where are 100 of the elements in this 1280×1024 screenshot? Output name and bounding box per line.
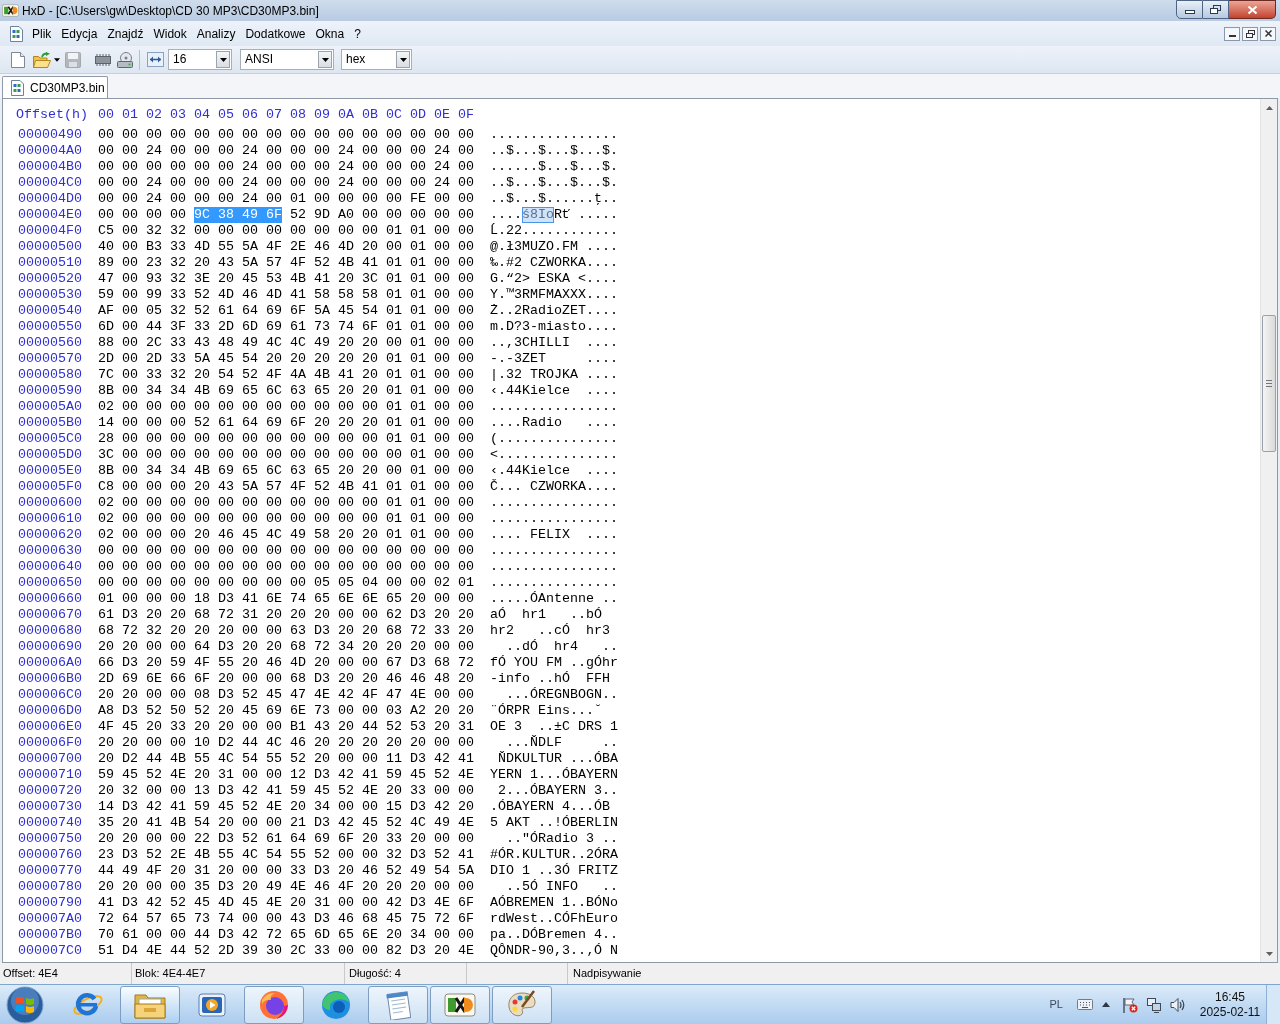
child-restore-button[interactable]	[1242, 26, 1258, 41]
offset-base-select[interactable]: hex	[341, 49, 412, 70]
row-offset: 00000570	[18, 351, 82, 367]
row-offset: 000006E0	[18, 719, 82, 735]
hex-bytes: 61 D3 20 20 68 72 31 20 20 20 00 00 62 D3 20 20	[98, 607, 474, 623]
close-button[interactable]	[1229, 0, 1276, 19]
restore-button[interactable]	[1203, 0, 1229, 19]
caret-up-icon	[1265, 105, 1273, 110]
ascii-text: DIO 1 ..3Ó FRITZ	[490, 863, 618, 879]
offset-header: Offset(h)	[16, 107, 88, 123]
ascii-text: ‹.44Kielce ....	[490, 383, 618, 399]
chevron-up-icon[interactable]	[1102, 1002, 1110, 1007]
column-header: 04	[194, 107, 210, 123]
flag-error-icon[interactable]	[1122, 996, 1138, 1013]
row-offset: 00000780	[18, 879, 82, 895]
ascii-text: rdWest..CÓFhEuro	[490, 911, 618, 927]
child-minimize-button[interactable]	[1224, 26, 1240, 41]
row-offset: 00000530	[18, 287, 82, 303]
ascii-text: m.D?3-miasto....	[490, 319, 618, 335]
taskbar-app-button[interactable]	[430, 985, 490, 1024]
bytes-per-row-select[interactable]: 16	[168, 49, 232, 70]
row-offset: 000005B0	[18, 415, 82, 431]
hex-bytes: 23 D3 52 2E 4B 55 4C 54 55 52 00 00 32 D3 52 41	[98, 847, 474, 863]
ascii-text: aÓ hr1 ..bÓ	[490, 607, 603, 623]
grip-icon	[1266, 380, 1272, 387]
caret-down-icon[interactable]	[54, 57, 60, 62]
row-offset: 00000640	[18, 559, 82, 575]
hex-bytes: 59 00 99 33 52 4D 46 4D 41 58 58 58 01 01 00 00	[98, 287, 474, 303]
row-offset: 000006D0	[18, 703, 82, 719]
selection-range-label: Blok: 4E4-4E7	[135, 966, 206, 982]
ascii-text: ................	[490, 495, 618, 511]
row-offset: 00000740	[18, 815, 82, 831]
row-offset: 000004B0	[18, 159, 82, 175]
blank-page-icon[interactable]	[11, 51, 25, 68]
hex-bytes: 7C 00 33 32 20 54 52 4F 4A 4B 41 20 01 01 00 00	[98, 367, 474, 383]
row-offset: 00000700	[18, 751, 82, 767]
hex-bytes: 20 20 00 00 08 D3 52 45 47 4E 42 4F 47 4E 00 00	[98, 687, 474, 703]
charset-select[interactable]: ANSI	[240, 49, 334, 70]
hex-bytes: 2D 69 6E 66 6F 20 00 00 68 D3 20 20 46 46 48 20	[98, 671, 474, 687]
menu-item[interactable]: Okna	[310, 24, 350, 43]
column-header: 05	[218, 107, 234, 123]
caret-down-icon	[1265, 951, 1273, 956]
ascii-text: hr2 ..cÓ hr3	[490, 623, 611, 639]
column-header: 02	[146, 107, 162, 123]
hex-bytes: 68 72 32 20 20 20 00 00 63 D3 20 20 68 72 33 20	[98, 623, 474, 639]
speaker-icon[interactable]	[1170, 996, 1186, 1013]
menu-item[interactable]: Znajdź	[102, 24, 149, 43]
row-offset: 00000690	[18, 639, 82, 655]
row-offset: 00000610	[18, 511, 82, 527]
hex-bytes: 20 32 00 00 13 D3 42 41 59 45 52 4E 20 33 00 00	[98, 783, 474, 799]
disk-drive-icon[interactable]	[117, 51, 133, 68]
hex-bytes: 6D 00 44 3F 33 2D 6D 69 61 73 74 6F 01 01 00 00	[98, 319, 474, 335]
menu-item[interactable]: Widok	[148, 24, 192, 43]
column-header: 0A	[338, 107, 354, 123]
row-offset: 00000580	[18, 367, 82, 383]
file-tab[interactable]: CD30MP3.bin	[2, 76, 108, 98]
ascii-text: ......$...$...$.	[490, 159, 618, 175]
menu-item[interactable]: Plik	[27, 24, 57, 43]
ascii-text: <...............	[490, 447, 618, 463]
ascii-text: AÓBREMEN 1..BÓNo	[490, 895, 618, 911]
minimize-button[interactable]	[1176, 0, 1203, 19]
scroll-thumb[interactable]	[1262, 315, 1276, 452]
memory-chip-icon[interactable]	[94, 52, 112, 67]
language-indicator[interactable]: PL	[1049, 996, 1063, 1013]
row-offset: 00000510	[18, 255, 82, 271]
scrollbar-track[interactable]	[1260, 99, 1277, 962]
ascii-text: @.ł3MUZO.FM ....	[490, 239, 618, 255]
hex-bytes: 00 00 24 00 00 00 24 00 01 00 00 00 00 FE 00 00	[98, 191, 474, 207]
ascii-text: OE 3 ..±C DRS 1	[490, 719, 618, 735]
hex-bytes: 88 00 2C 33 43 48 49 4C 4C 49 20 20 00 01 00 00	[98, 335, 474, 351]
hex-bytes: 9C 38 49 6F	[194, 207, 282, 223]
network-icon[interactable]	[1146, 996, 1162, 1013]
column-header: 08	[290, 107, 306, 123]
row-offset: 00000620	[18, 527, 82, 543]
ascii-text: -.-3ZET ....	[490, 351, 618, 367]
caret-down-icon	[399, 57, 407, 62]
row-offset: 00000710	[18, 767, 82, 783]
menu-item[interactable]: Edycja	[56, 24, 103, 43]
row-offset: 000006F0	[18, 735, 82, 751]
hex-bytes: A8 D3 52 50 52 20 45 69 6E 73 00 00 03 A2 20 20	[98, 703, 474, 719]
menu-item[interactable]: Dodatkowe	[240, 24, 311, 43]
hex-bytes: 3C 00 00 00 00 00 00 00 00 00 00 00 00 01 00 00	[98, 447, 474, 463]
row-offset: 000005D0	[18, 447, 82, 463]
ascii-text: ....	[490, 207, 522, 223]
ascii-text: YERN 1...ÓBAYERN	[490, 767, 618, 783]
keyboard-icon[interactable]	[1077, 999, 1093, 1010]
hex-bytes: 28 00 00 00 00 00 00 00 00 00 00 00 01 01 00 00	[98, 431, 474, 447]
child-close-button[interactable]	[1260, 26, 1276, 41]
menu-item[interactable]: Analizy	[191, 24, 241, 43]
clock[interactable]: 16:45 2025-02-11	[1198, 989, 1262, 1020]
hex-bytes: C8 00 00 00 20 43 5A 57 4F 52 4B 41 01 01 00 00	[98, 479, 474, 495]
row-offset: 00000670	[18, 607, 82, 623]
start-button[interactable]	[4, 985, 46, 1024]
row-offset: 000004E0	[18, 207, 82, 223]
menu-item[interactable]: ?	[349, 24, 366, 43]
hex-bytes: 8B 00 34 34 4B 69 65 6C 63 65 20 20 00 01 00 00	[98, 463, 474, 479]
hex-bytes: 52 9D A0 00 00 00 00 00	[289, 207, 474, 223]
hex-bytes: 51 D4 4E 44 52 2D 39 30 2C 33 00 00 82 D3 20 4E	[98, 943, 474, 959]
row-offset: 00000490	[18, 127, 82, 143]
column-header: 0D	[410, 107, 426, 123]
